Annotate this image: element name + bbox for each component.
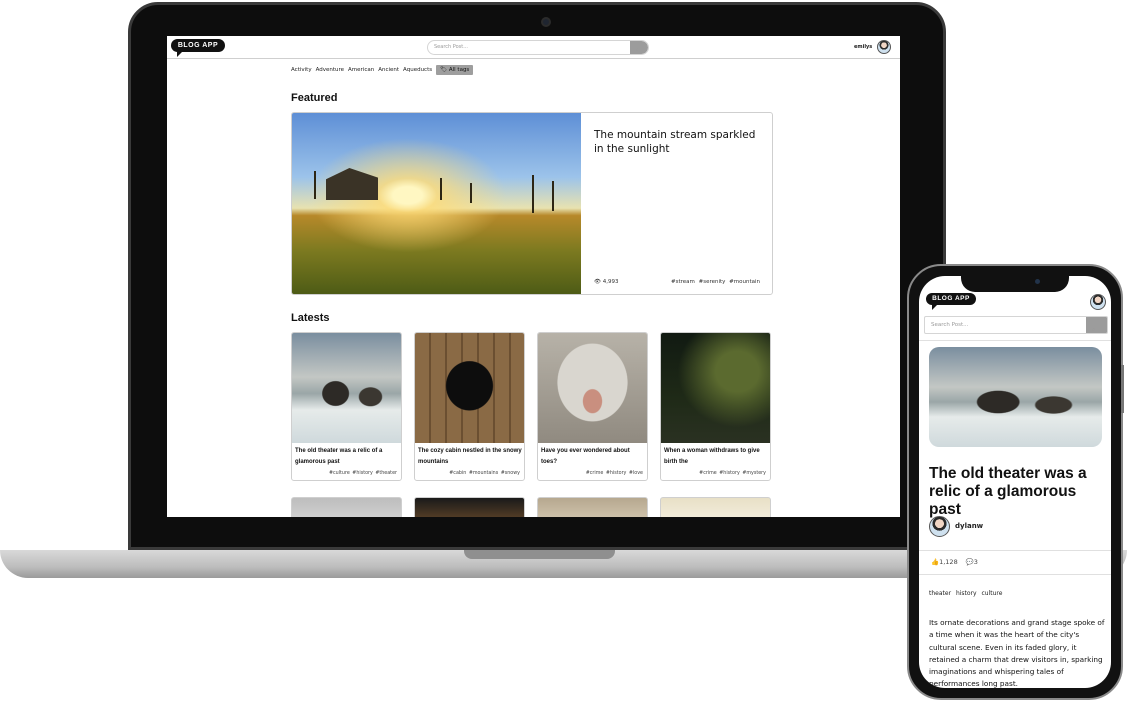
all-tags-button[interactable]: 🏷 All tags <box>436 64 474 75</box>
post-card[interactable] <box>414 497 525 517</box>
featured-post-card[interactable]: The mountain stream sparkled in the sunl… <box>291 112 773 295</box>
latest-heading: Latests <box>291 312 330 324</box>
post-card[interactable] <box>660 497 771 517</box>
user-avatar[interactable] <box>1090 294 1106 310</box>
tag-icon: 🏷 <box>440 66 448 73</box>
featured-post-title[interactable]: The mountain stream sparkled in the sunl… <box>594 128 766 156</box>
device-mockup: BLOG APP Search Post... ⌕ emilys Activit… <box>0 0 1127 703</box>
post-card[interactable] <box>291 497 402 517</box>
tree-trunk <box>314 171 316 199</box>
tag-activity[interactable]: Activity <box>291 67 312 73</box>
divider <box>919 574 1111 575</box>
tree-trunk <box>552 181 554 211</box>
comment-button[interactable]: 💬3 <box>966 558 978 566</box>
phone-notch <box>961 274 1069 292</box>
post-tags[interactable]: #culture #history #theater <box>329 471 397 476</box>
tree-trunk <box>440 178 442 200</box>
post-title[interactable]: The cozy cabin nestled in the snowy moun… <box>418 446 524 467</box>
post-tags[interactable]: #crime #history #mystery <box>699 471 766 476</box>
featured-heading: Featured <box>291 92 338 104</box>
author-avatar[interactable] <box>929 516 950 537</box>
latest-posts-grid: The old theater was a relic of a glamoro… <box>291 332 771 481</box>
phone-camera <box>1035 279 1040 284</box>
laptop-notch <box>464 550 615 559</box>
post-title[interactable]: When a woman withdraws to give birth the <box>664 446 770 467</box>
search-input[interactable]: Search Post... <box>931 322 968 328</box>
search-bar[interactable]: Search Post... ⌕ <box>427 40 649 55</box>
featured-post-image <box>292 113 581 294</box>
post-hero-image <box>929 347 1102 447</box>
tag-aqueducts[interactable]: Aqueducts <box>403 67 432 73</box>
tag-filter-bar: Activity Adventure American Ancient Aque… <box>291 64 474 75</box>
tag-american[interactable]: American <box>348 67 374 73</box>
post-card[interactable]: The old theater was a relic of a glamoro… <box>291 332 402 481</box>
search-button[interactable]: ⌕ <box>1086 317 1107 333</box>
tag-ancient[interactable]: Ancient <box>378 67 399 73</box>
post-card[interactable] <box>537 497 648 517</box>
search-bar[interactable]: Search Post... ⌕ <box>924 316 1108 334</box>
comment-icon: 💬 <box>965 558 974 566</box>
post-tags[interactable]: theater history culture <box>929 590 1002 597</box>
tag-adventure[interactable]: Adventure <box>316 67 344 73</box>
post-card[interactable]: Have you ever wondered about toes? #crim… <box>537 332 648 481</box>
post-tags[interactable]: #cabin #mountains #snowy <box>449 471 520 476</box>
divider <box>919 550 1111 551</box>
post-image <box>661 333 770 443</box>
search-button[interactable]: ⌕ <box>630 41 648 54</box>
likes-count: 1,128 <box>939 558 958 566</box>
tree-trunk <box>532 175 534 213</box>
search-icon: ⌕ <box>1092 327 1096 333</box>
laptop-camera <box>541 17 551 27</box>
post-stats: 👍1,128 💬3 <box>931 558 978 566</box>
more-posts-row <box>291 497 771 517</box>
app-logo[interactable]: BLOG APP <box>171 39 225 57</box>
app-logo[interactable]: BLOG APP <box>926 293 976 310</box>
featured-post-tags[interactable]: #stream #serenity #mountain <box>671 279 760 285</box>
laptop-screen: BLOG APP Search Post... ⌕ emilys Activit… <box>167 36 900 517</box>
author-name[interactable]: dylanw <box>955 522 983 530</box>
post-title[interactable]: The old theater was a relic of a glamoro… <box>295 446 401 467</box>
post-card[interactable]: When a woman withdraws to give birth the… <box>660 332 771 481</box>
featured-views: 👁 4,993 <box>594 279 618 285</box>
barn-shape <box>326 168 378 200</box>
thumbs-up-icon: 👍 <box>931 558 940 566</box>
comments-count: 3 <box>973 558 978 566</box>
post-image <box>292 333 401 443</box>
top-navbar: BLOG APP Search Post... ⌕ emilys <box>167 36 900 59</box>
search-icon: ⌕ <box>636 47 639 53</box>
tree-trunk <box>470 183 472 203</box>
search-input[interactable]: Search Post... <box>434 44 468 50</box>
divider <box>919 340 1111 341</box>
post-title: The old theater was a relic of a glamoro… <box>929 465 1087 518</box>
phone-screen: BLOG APP Search Post... ⌕ The old theate… <box>919 276 1111 688</box>
post-tags[interactable]: #crime #history #love <box>586 471 643 476</box>
post-card[interactable]: The cozy cabin nestled in the snowy moun… <box>414 332 525 481</box>
post-body: Its ornate decorations and grand stage s… <box>929 618 1105 688</box>
eye-icon: 👁 <box>594 279 601 285</box>
post-title[interactable]: Have you ever wondered about toes? <box>541 446 647 467</box>
post-image <box>538 333 647 443</box>
post-image <box>415 333 524 443</box>
username[interactable]: emilys <box>854 44 872 50</box>
like-button[interactable]: 👍1,128 <box>931 558 958 566</box>
featured-views-count: 4,993 <box>602 279 619 285</box>
all-tags-label: All tags <box>448 66 470 73</box>
user-avatar[interactable] <box>877 40 891 54</box>
phone-side-button <box>1121 365 1124 413</box>
